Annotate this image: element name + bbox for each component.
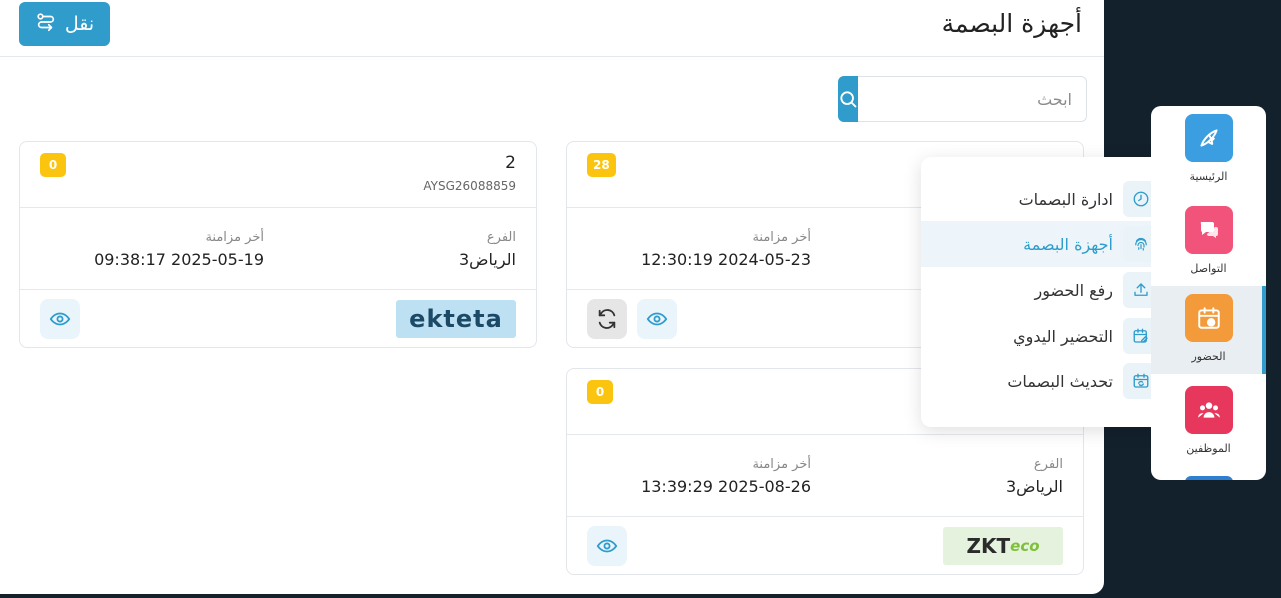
count-badge: 0 <box>587 380 613 404</box>
branch-value: الرياض3 <box>458 250 516 269</box>
eye-icon <box>646 312 668 326</box>
transfer-label: نقل <box>64 13 95 35</box>
ektefa-logo: ekteta <box>396 300 516 338</box>
last-sync-label: أخر مزامنة <box>752 230 811 245</box>
brand-suffix: eco <box>1010 537 1040 555</box>
sync-button[interactable] <box>587 299 627 339</box>
sidebar-item-label: الموظفين <box>1186 442 1231 455</box>
sidebar-item-label: الحضور <box>1191 350 1226 363</box>
menu-item-label: التحضير اليدوي <box>1013 326 1113 346</box>
count-badge: 28 <box>587 153 616 177</box>
eye-icon <box>596 539 618 553</box>
device-serial: AYSG26088859 <box>423 179 516 193</box>
sidebar-item-employees[interactable]: الموظفين <box>1151 378 1266 466</box>
menu-item-label: تحديث البصمات <box>1007 371 1113 391</box>
menu-item-upload-attendance[interactable]: رفع الحضور <box>921 267 1169 313</box>
branch-label: الفرع <box>486 230 516 245</box>
sidebar-item-communication[interactable]: التواصل <box>1151 198 1266 286</box>
device-card: 0 2 AYSG26088859 الفرع الرياض3 أخر مزامن… <box>19 141 537 348</box>
brand-text: ZKT <box>966 534 1011 558</box>
zkteco-logo: ZKT eco <box>943 527 1063 565</box>
view-button[interactable] <box>637 299 677 339</box>
branch-value: الرياض3 <box>1005 477 1063 496</box>
count-badge: 0 <box>40 153 66 177</box>
view-button[interactable] <box>587 526 627 566</box>
last-sync-label: أخر مزامنة <box>752 457 811 472</box>
brand-text: ekteta <box>409 305 503 333</box>
main-sidebar: الرئيسية التواصل الحضور الموظفين <box>1151 106 1266 480</box>
device-name: 2 <box>505 153 516 173</box>
sidebar-item-label: التواصل <box>1190 262 1227 275</box>
search-bar <box>838 76 1087 122</box>
view-button[interactable] <box>40 299 80 339</box>
sidebar-item-attendance[interactable]: الحضور <box>1151 286 1266 374</box>
employees-icon <box>1184 386 1233 434</box>
menu-item-label: ادارة البصمات <box>1018 189 1113 209</box>
menu-item-update-fingerprints[interactable]: تحديث البصمات <box>921 358 1169 404</box>
last-sync-value: 13:39:29 2025-08-26 <box>641 477 811 496</box>
last-sync-value: 12:30:19 2024-05-23 <box>641 250 811 269</box>
sidebar-item-label: الرئيسية <box>1189 170 1228 183</box>
sidebar-next-item[interactable] <box>1185 476 1233 480</box>
page-header: أجهزة البصمة نقل <box>0 0 1104 57</box>
sidebar-item-home[interactable]: الرئيسية <box>1151 106 1266 194</box>
menu-item-fingerprint-management[interactable]: ادارة البصمات <box>921 176 1169 222</box>
menu-item-manual-attendance[interactable]: التحضير اليدوي <box>921 313 1169 359</box>
search-input[interactable] <box>858 76 1087 122</box>
transfer-button[interactable]: نقل <box>19 2 110 46</box>
menu-item-label: رفع الحضور <box>1034 280 1114 300</box>
attendance-submenu: ادارة البصمات أجهزة البصمة رفع الحضور ال… <box>921 157 1169 427</box>
menu-item-fingerprint-devices[interactable]: أجهزة البصمة <box>921 221 1169 267</box>
search-button[interactable] <box>838 76 858 122</box>
transfer-icon <box>35 11 57 38</box>
refresh-icon <box>598 309 616 329</box>
search-icon <box>840 91 857 108</box>
branch-label: الفرع <box>1033 457 1063 472</box>
attendance-icon <box>1184 294 1233 342</box>
chat-icon <box>1184 206 1233 254</box>
last-sync-value: 09:38:17 2025-05-19 <box>94 250 264 269</box>
home-icon <box>1184 114 1233 162</box>
eye-icon <box>49 312 71 326</box>
menu-item-label: أجهزة البصمة <box>1023 234 1113 254</box>
last-sync-label: أخر مزامنة <box>205 230 264 245</box>
page-title: أجهزة البصمة <box>941 9 1082 38</box>
